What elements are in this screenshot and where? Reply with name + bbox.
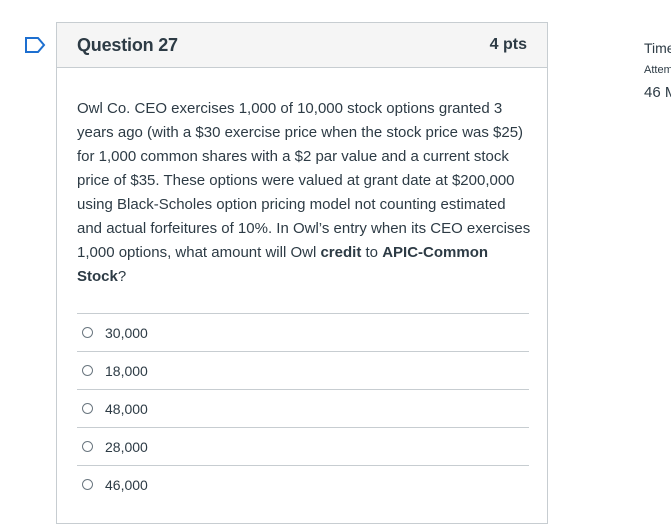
answer-option[interactable]: 46,000	[77, 465, 529, 503]
answer-label: 18,000	[105, 362, 148, 379]
radio-button[interactable]	[82, 365, 93, 376]
time-label: Time	[644, 40, 671, 56]
answer-label: 46,000	[105, 476, 148, 493]
answer-label: 48,000	[105, 400, 148, 417]
answer-label: 28,000	[105, 438, 148, 455]
answer-label: 30,000	[105, 324, 148, 341]
question-text-intro: Owl Co. CEO exercises 1,000 of 10,000 st…	[77, 100, 531, 261]
answer-list: 30,000 18,000 48,000 28,000 46,000	[77, 313, 529, 503]
radio-button[interactable]	[82, 327, 93, 338]
quiz-page: Question 27 4 pts Owl Co. CEO exercises …	[0, 0, 671, 528]
radio-button[interactable]	[82, 403, 93, 414]
question-text-end: ?	[117, 268, 127, 285]
question-header: Question 27 4 pts	[57, 23, 547, 68]
time-value: 46 M	[644, 84, 671, 101]
answer-option[interactable]: 48,000	[77, 389, 529, 427]
question-title: Question 27	[77, 34, 178, 55]
question-points: 4 pts	[489, 36, 527, 53]
flag-question-icon[interactable]	[24, 36, 46, 54]
question-text-mid: to	[361, 244, 383, 261]
question-card: Question 27 4 pts Owl Co. CEO exercises …	[56, 22, 548, 524]
question-text: Owl Co. CEO exercises 1,000 of 10,000 st…	[77, 97, 532, 289]
attempt-label: Attempt	[644, 64, 671, 76]
answer-option[interactable]: 28,000	[77, 427, 529, 465]
answer-option[interactable]: 18,000	[77, 351, 529, 389]
radio-button[interactable]	[82, 441, 93, 452]
quiz-side-panel: Time Attempt 46 M	[644, 38, 671, 103]
answer-option[interactable]: 30,000	[77, 313, 529, 351]
radio-button[interactable]	[82, 479, 93, 490]
question-text-credit: credit	[320, 244, 362, 261]
